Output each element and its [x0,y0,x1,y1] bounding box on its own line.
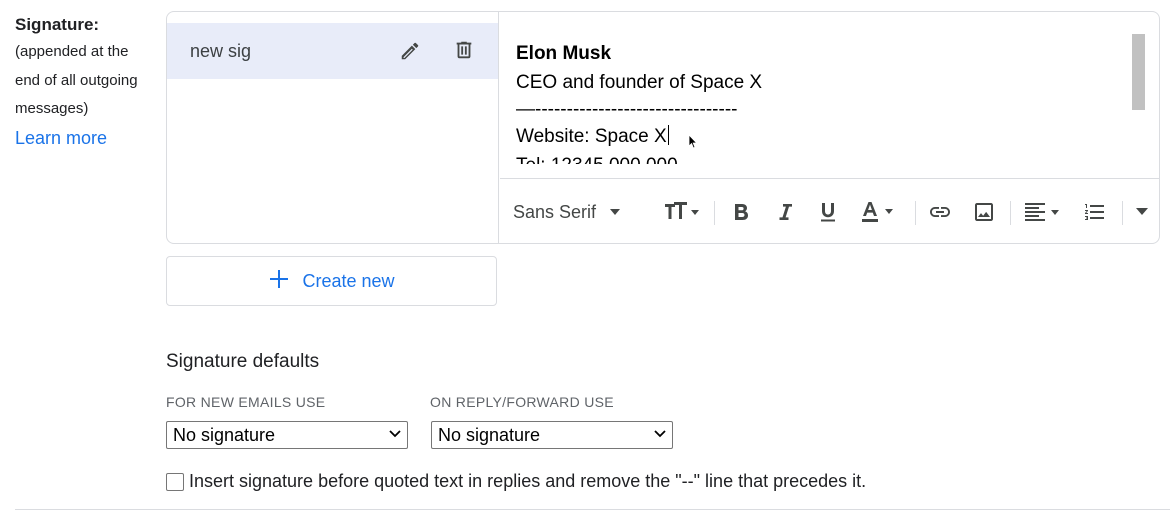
reply-forward-label: ON REPLY/FORWARD USE [430,394,614,410]
toolbar-divider [1122,201,1123,225]
insert-link-button[interactable] [925,179,955,243]
numbered-list-button[interactable] [1080,179,1110,243]
toolbar-divider [714,201,715,225]
bold-button[interactable] [726,179,756,243]
image-icon [975,203,993,221]
toolbar-divider [1010,201,1011,225]
italic-icon [779,204,792,220]
insert-before-quoted-label: Insert signature before quoted text in r… [189,471,867,491]
insert-before-quoted-option: Insert signature before quoted text in r… [166,471,866,492]
mouse-pointer-icon [688,134,698,149]
text-caret [667,125,669,145]
reply-forward-signature-select[interactable]: No signature [431,421,673,449]
numbered-list-icon [1085,204,1104,220]
editor-scrollbar[interactable] [1132,34,1145,110]
toolbar-divider [915,201,916,225]
text-color-icon [862,202,893,222]
new-emails-label: FOR NEW EMAILS USE [166,394,326,410]
more-formatting-button[interactable] [1130,179,1154,243]
editor-line-website-text: Website: Space X [516,126,667,147]
new-emails-signature-select[interactable]: No signature [166,421,408,449]
chevron-down-icon [610,209,621,215]
align-left-icon [1025,203,1059,221]
chevron-down-icon [654,430,666,438]
text-color-button[interactable] [855,179,907,243]
caret-down-icon [1136,208,1148,215]
text-size-icon [665,202,699,219]
editor-line-title: CEO and founder of Space X [516,71,763,93]
learn-more-link[interactable]: Learn more [15,124,107,152]
section-divider [15,509,1170,510]
create-new-label: Create new [302,270,395,291]
chevron-down-icon [389,430,401,438]
signature-list-item[interactable]: new sig [167,23,498,79]
bold-icon [735,204,748,220]
underline-button[interactable] [813,179,843,243]
edit-signature-button[interactable] [396,37,424,65]
editor-line-phone: Tel: 12345 000 000 [516,152,1159,165]
signature-defaults-heading: Signature defaults [166,351,320,372]
signature-name: new sig [190,41,252,61]
editor-line-website: Website: Space X [516,123,1159,152]
editor-line-name: Elon Musk [516,43,612,64]
signature-editor-content[interactable]: Elon Musk CEO and founder of Space X —--… [500,12,1159,164]
italic-button[interactable] [770,179,800,243]
plus-icon [268,267,290,295]
font-family-value: Sans Serif [513,201,597,222]
align-dropdown[interactable] [1018,179,1068,243]
delete-signature-button[interactable] [450,36,478,64]
reply-forward-selected-value: No signature [438,425,541,445]
signature-description-line: messages) [15,100,89,117]
signature-list: new sig [167,12,499,243]
new-emails-selected-value: No signature [173,425,276,445]
insert-image-button[interactable] [969,179,999,243]
font-family-dropdown[interactable]: Sans Serif [513,179,643,243]
signature-editor: Elon Musk CEO and founder of Space X —--… [500,12,1159,243]
signature-panel: new sig Elon Musk CEO and founder of Spa… [166,11,1160,244]
formatting-toolbar: Sans Serif [500,178,1159,243]
insert-before-quoted-checkbox[interactable] [166,472,184,491]
signature-description-line: (appended at the [15,43,129,60]
font-size-button[interactable] [656,179,706,243]
create-new-signature-button[interactable]: Create new [166,256,497,306]
signature-label-column: Signature: (appended at the end of all o… [15,12,163,152]
pencil-icon [401,42,419,60]
underline-icon [821,203,835,222]
trash-icon [456,41,472,59]
signature-heading: Signature: [15,15,100,34]
link-icon [930,207,950,217]
editor-line-divider: —-------------------------------- [516,99,738,120]
signature-description-line: end of all outgoing [15,71,138,89]
